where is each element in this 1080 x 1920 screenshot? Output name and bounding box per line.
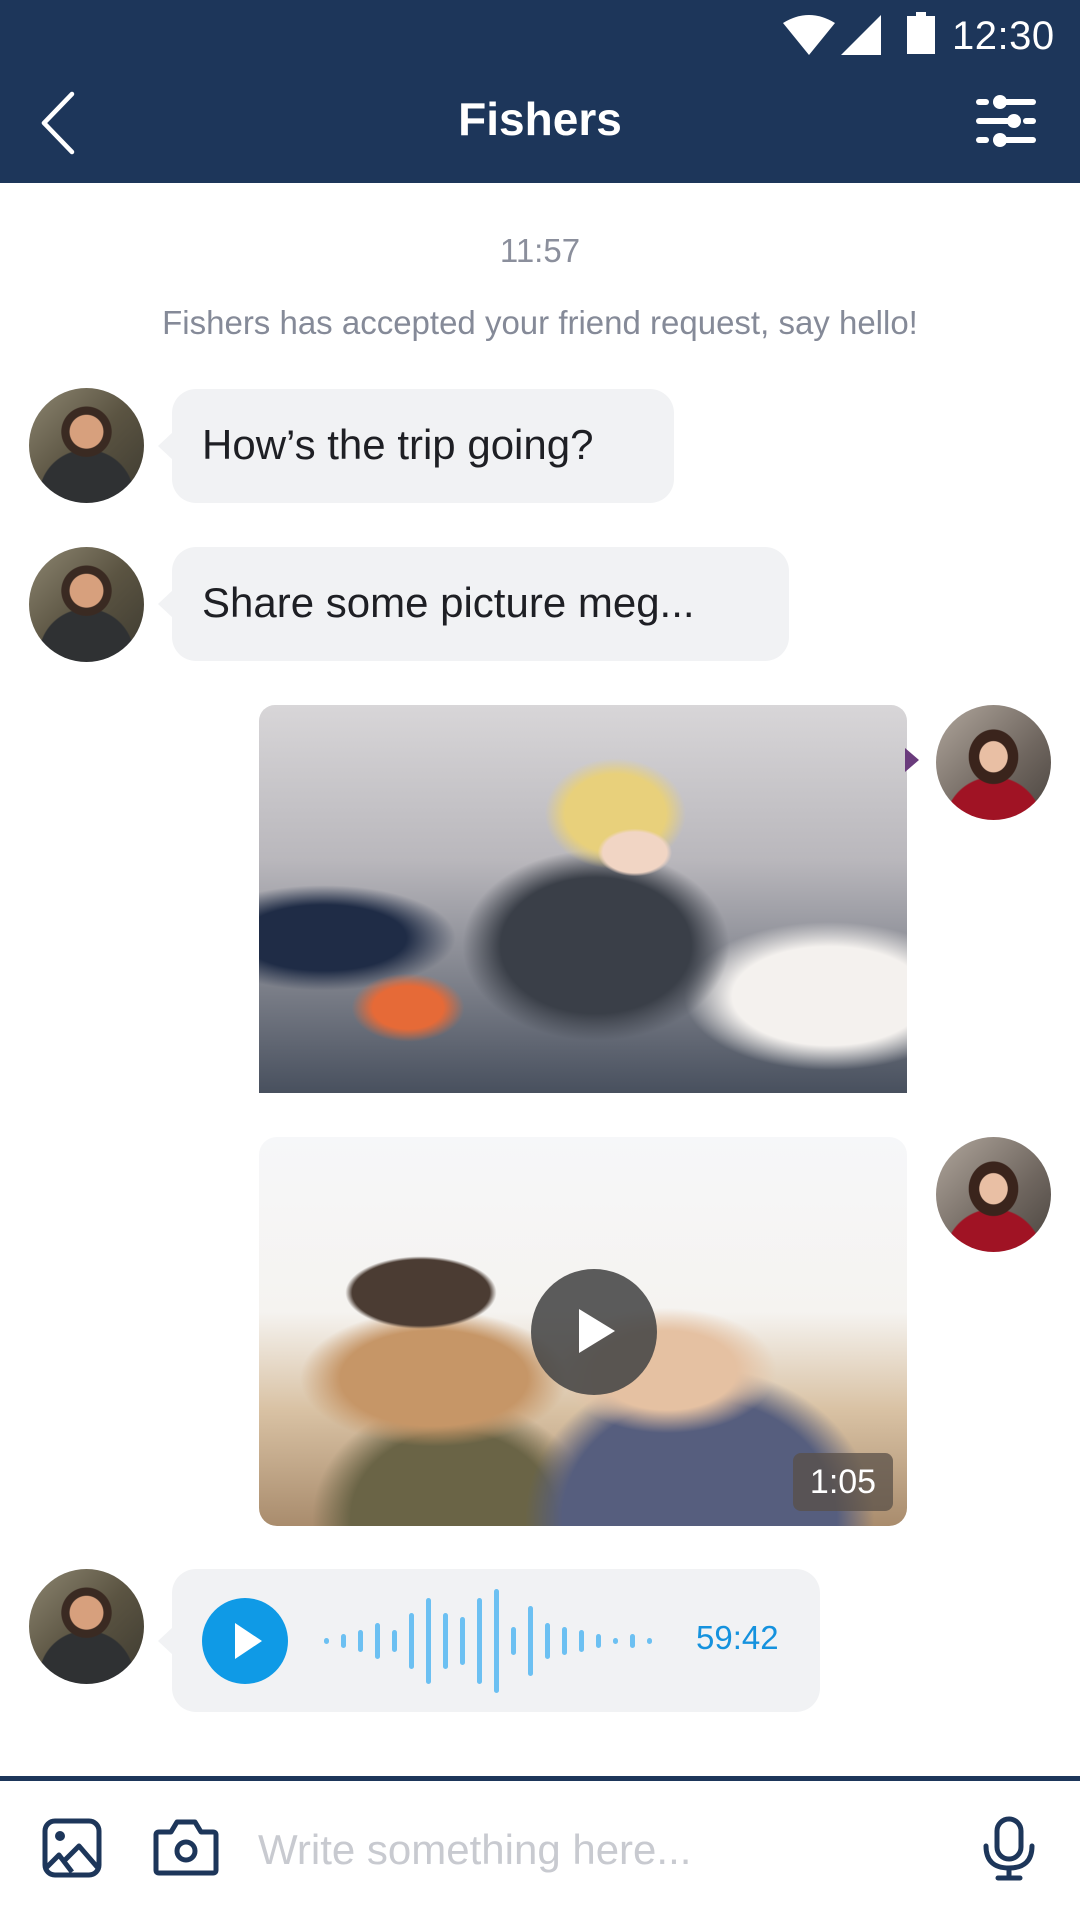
composer-divider (0, 1776, 1080, 1781)
voice-record-button[interactable] (982, 1816, 1036, 1882)
message-text: Share some picture meg... (202, 579, 695, 627)
waveform-bar (324, 1638, 329, 1644)
waveform-bar (596, 1633, 601, 1649)
video-message[interactable]: 1:05 (259, 1137, 907, 1526)
waveform-bar (392, 1630, 397, 1652)
waveform-bar (562, 1626, 567, 1656)
sliders-icon (976, 95, 1036, 147)
voice-duration: 59:42 (696, 1619, 779, 1656)
voice-waveform[interactable] (324, 1589, 664, 1693)
waveform-bar (460, 1617, 465, 1665)
waveform-bar (613, 1638, 618, 1644)
camera-button[interactable] (153, 1818, 219, 1876)
waveform-bar (545, 1623, 550, 1659)
system-message: Fishers has accepted your friend request… (162, 304, 918, 341)
waveform-bar (630, 1633, 635, 1649)
settings-button[interactable] (970, 90, 1040, 150)
image-message[interactable] (259, 705, 907, 1093)
camera-icon (153, 1819, 219, 1876)
wifi-icon (783, 15, 835, 55)
waveform-bar (426, 1598, 431, 1684)
waveform-bar (579, 1630, 584, 1652)
waveform-bar (528, 1605, 533, 1677)
waveform-bar (511, 1626, 516, 1656)
contact-avatar[interactable] (29, 547, 144, 662)
voice-play-button[interactable] (202, 1598, 288, 1684)
my-avatar[interactable] (936, 705, 1051, 820)
app-header: 12:30 Fishers (0, 0, 1080, 183)
microphone-icon (983, 1816, 1035, 1881)
my-avatar[interactable] (936, 1137, 1051, 1252)
image-bubble-tail (905, 748, 919, 772)
message-text: How’s the trip going? (202, 421, 594, 469)
voice-message[interactable]: 59:42 (158, 1569, 820, 1712)
message-timestamp: 11:57 (499, 232, 581, 269)
gallery-icon (42, 1818, 102, 1878)
chat-title: Fishers (458, 93, 622, 145)
waveform-bar (443, 1612, 448, 1670)
waveform-bar (341, 1633, 346, 1649)
waveform-bar (409, 1612, 414, 1670)
video-play-button[interactable] (531, 1269, 657, 1395)
battery-icon (907, 12, 935, 54)
waveform-bar (375, 1623, 380, 1659)
contact-avatar[interactable] (29, 1569, 144, 1684)
message-input[interactable] (258, 1818, 958, 1882)
cell-signal-icon (841, 15, 881, 55)
waveform-bar (358, 1630, 363, 1652)
contact-avatar[interactable] (29, 388, 144, 503)
message-bubble[interactable]: How’s the trip going? (158, 389, 674, 503)
video-duration: 1:05 (793, 1453, 893, 1511)
status-time: 12:30 (952, 14, 1055, 58)
waveform-bar (647, 1638, 652, 1644)
message-bubble[interactable]: Share some picture meg... (158, 547, 789, 661)
waveform-bar (477, 1598, 482, 1684)
waveform-bar (494, 1589, 499, 1693)
gallery-button[interactable] (42, 1818, 102, 1878)
